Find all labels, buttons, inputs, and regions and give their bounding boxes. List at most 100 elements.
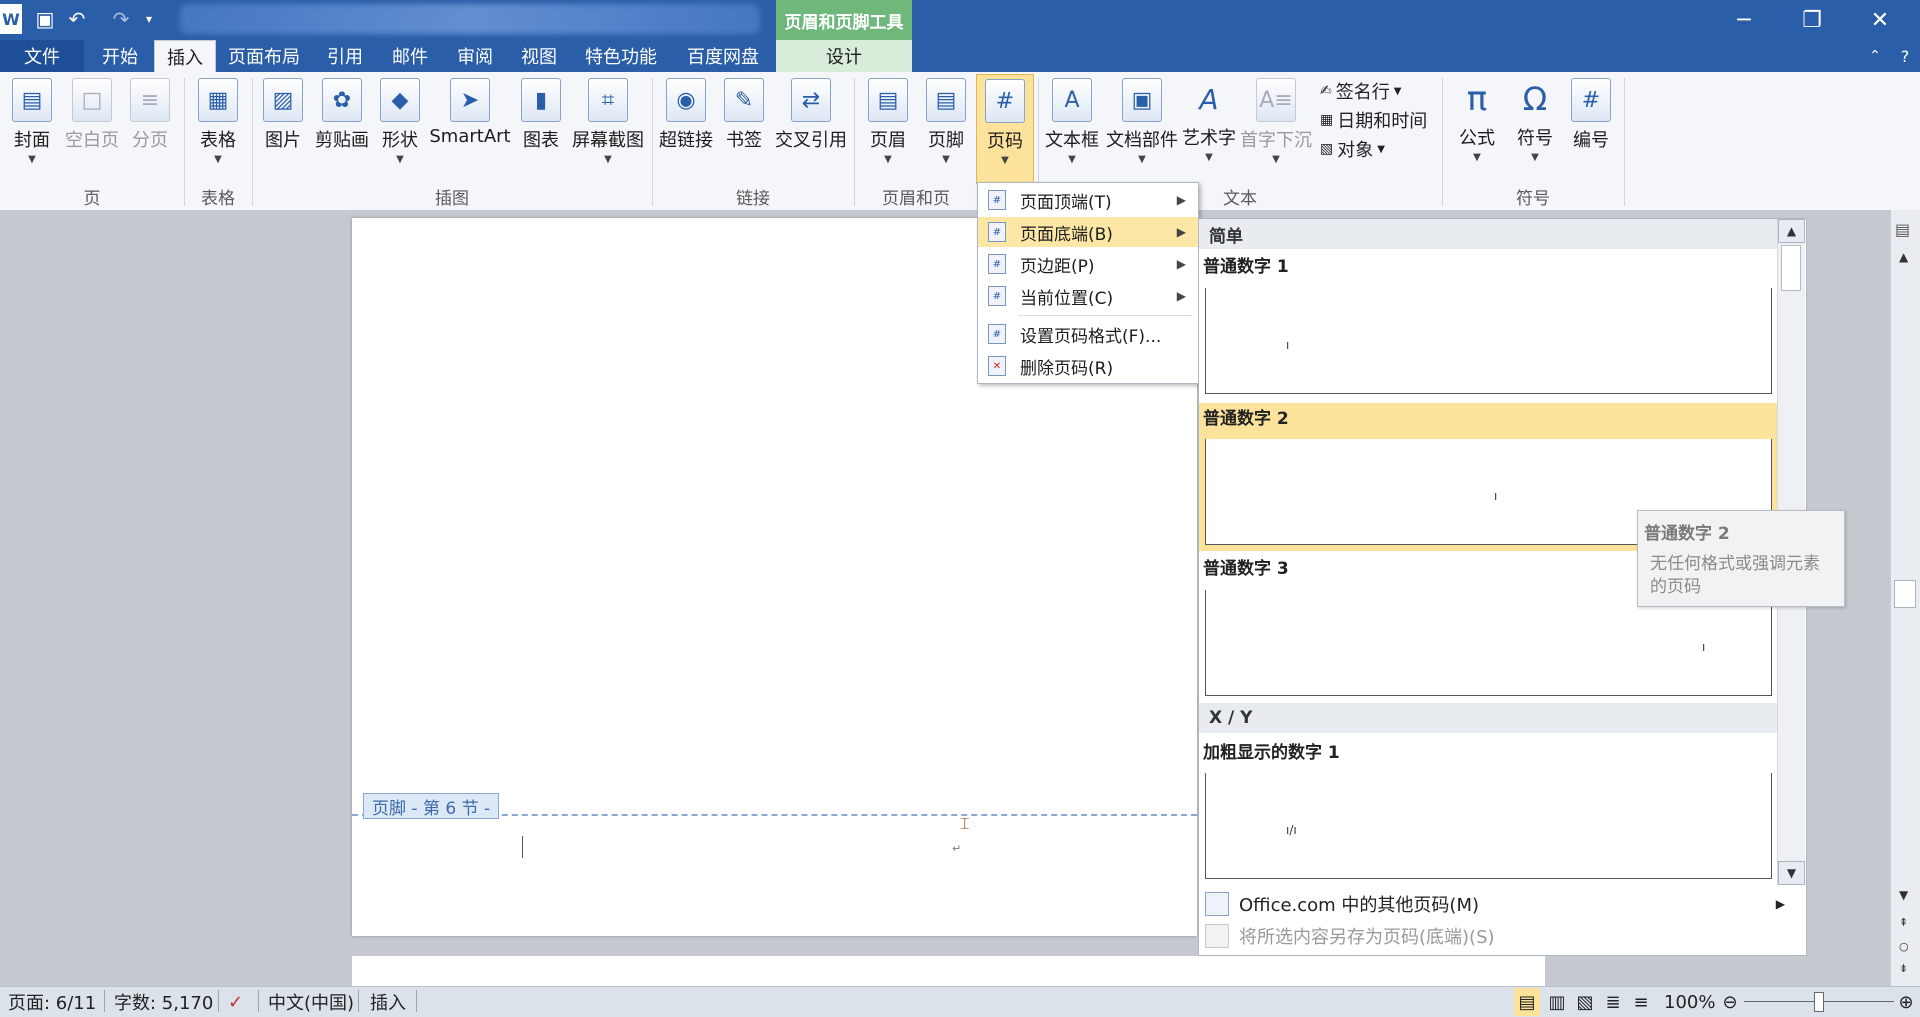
save-selection-to-gallery[interactable]: 将所选内容另存为页码(底端)(S) <box>1199 921 1799 951</box>
status-language[interactable]: 中文(中国) <box>268 988 354 1016</box>
current-position-icon: # <box>988 286 1006 306</box>
prev-page-icon[interactable]: ⇞ <box>1899 916 1908 929</box>
gallery-item-plain1-preview[interactable]: ı <box>1205 288 1772 394</box>
undo-icon[interactable]: ↶ <box>64 4 90 34</box>
gallery-scroll-up-icon[interactable]: ▲ <box>1778 219 1805 243</box>
status-separator <box>358 990 359 1012</box>
scroll-down-icon[interactable]: ▼ <box>1899 888 1908 902</box>
vertical-scrollbar[interactable]: ▤ ▲ ▼ ⇞ ○ ⇟ <box>1890 210 1920 986</box>
blurred-document-title <box>180 4 760 34</box>
header-button[interactable]: ▤ 页眉 ▼ <box>860 78 916 165</box>
customize-icon[interactable]: ▾ <box>142 4 156 34</box>
shapes-button[interactable]: ◆ 形状 ▼ <box>376 78 424 165</box>
smartart-button[interactable]: ➤ SmartArt <box>428 78 512 147</box>
menu-item-current-position[interactable]: # 当前位置(C) ▶ <box>978 281 1198 311</box>
symbol-button[interactable]: Ω 符号 ▼ <box>1510 78 1560 163</box>
word-app-icon[interactable]: W <box>0 4 22 34</box>
drop-cap-button[interactable]: A≡ 首字下沉 ▼ <box>1238 78 1314 165</box>
restore-button[interactable]: ❐ <box>1784 2 1840 38</box>
screenshot-button[interactable]: ⌗ 屏幕截图 ▼ <box>570 78 646 165</box>
gallery-scroll-down-icon[interactable]: ▼ <box>1778 861 1805 885</box>
tab-references[interactable]: 引用 <box>316 40 374 72</box>
zoom-out-icon[interactable]: ⊖ <box>1720 988 1740 1016</box>
drop-cap-icon: A≡ <box>1256 78 1296 122</box>
header-icon: ▤ <box>868 78 908 122</box>
tab-view[interactable]: 视图 <box>510 40 568 72</box>
status-page[interactable]: 页面: 6/11 <box>8 988 96 1016</box>
print-layout-icon[interactable]: ▤ <box>1514 988 1540 1016</box>
menu-item-page-top[interactable]: # 页面顶端(T) ▶ <box>978 185 1198 215</box>
help-icon[interactable]: ? <box>1892 40 1918 72</box>
menu-item-format-page-numbers[interactable]: # 设置页码格式(F)... <box>978 319 1198 349</box>
signature-line-button[interactable]: ✍ 签名行 ▼ <box>1320 78 1401 104</box>
table-button[interactable]: ▦ 表格 ▼ <box>190 78 246 165</box>
menu-item-page-bottom[interactable]: # 页面底端(B) ▶ <box>978 217 1198 247</box>
tab-special[interactable]: 特色功能 <box>578 40 664 72</box>
minimize-button[interactable]: ─ <box>1716 2 1772 38</box>
redo-icon[interactable]: ↷ <box>108 4 134 34</box>
hyperlink-button[interactable]: ◉ 超链接 <box>656 78 716 152</box>
date-time-button[interactable]: ▦ 日期和时间 <box>1320 107 1427 133</box>
status-insert-mode[interactable]: 插入 <box>370 988 406 1016</box>
menu-item-remove-page-numbers[interactable]: ✕ 删除页码(R) <box>978 351 1198 381</box>
tab-file[interactable]: 文件 <box>0 40 84 72</box>
gallery-scroll-thumb[interactable] <box>1781 245 1801 291</box>
cross-reference-icon: ⇄ <box>791 78 831 122</box>
close-button[interactable]: ✕ <box>1852 2 1908 38</box>
office-more-page-numbers[interactable]: Office.com 中的其他页码(M) ▶ <box>1199 889 1799 919</box>
zoom-in-icon[interactable]: ⊕ <box>1896 988 1916 1016</box>
page-number-button[interactable]: # 页码 ▼ <box>976 74 1034 184</box>
ruler-toggle-icon[interactable]: ▤ <box>1895 220 1910 239</box>
gallery-item-plain2-title[interactable]: 普通数字 2 <box>1203 402 1289 430</box>
tab-insert[interactable]: 插入 <box>154 40 216 73</box>
web-layout-icon[interactable]: ▧ <box>1572 988 1598 1016</box>
tab-baidu[interactable]: 百度网盘 <box>680 40 766 72</box>
quick-parts-button[interactable]: ▣ 文档部件 ▼ <box>1104 78 1180 165</box>
menu-item-page-margin[interactable]: # 页边距(P) ▶ <box>978 249 1198 279</box>
paragraph-mark-icon: ↵ <box>952 842 962 855</box>
gallery-item-plain1-title[interactable]: 普通数字 1 <box>1203 250 1289 278</box>
group-label-tables: 表格 <box>201 189 235 209</box>
scroll-up-icon[interactable]: ▲ <box>1899 250 1908 264</box>
clipart-button[interactable]: ✿ 剪贴画 <box>312 78 372 152</box>
gallery-item-bold1-title[interactable]: 加粗显示的数字 1 <box>1203 736 1340 764</box>
wordart-button[interactable]: A 艺术字 ▼ <box>1180 78 1238 164</box>
page-break-button[interactable]: ≡ 分页 <box>124 78 176 152</box>
status-word-count[interactable]: 字数: 5,170 <box>114 988 213 1016</box>
picture-button[interactable]: ▨ 图片 <box>258 78 308 152</box>
scroll-thumb[interactable] <box>1894 580 1916 608</box>
blank-page-button[interactable]: □ 空白页 <box>62 78 122 152</box>
zoom-level[interactable]: 100% <box>1664 988 1715 1016</box>
cross-reference-button[interactable]: ⇄ 交叉引用 <box>774 78 848 152</box>
group-label-text: 文本 <box>1223 189 1257 209</box>
bookmark-button[interactable]: ✎ 书签 <box>718 78 770 152</box>
draft-icon[interactable]: ≡ <box>1628 988 1654 1016</box>
minimize-ribbon-icon[interactable]: ⌃ <box>1862 40 1888 72</box>
full-screen-reading-icon[interactable]: ▥ <box>1544 988 1570 1016</box>
calendar-icon: ▦ <box>1320 112 1334 128</box>
zoom-slider-thumb[interactable] <box>1814 992 1824 1012</box>
equation-button[interactable]: π 公式 ▼ <box>1452 78 1502 163</box>
submenu-arrow-icon: ▶ <box>1176 193 1186 207</box>
tab-design[interactable]: 设计 <box>776 40 912 72</box>
tab-page-layout[interactable]: 页面布局 <box>222 40 306 72</box>
tab-home[interactable]: 开始 <box>92 40 148 72</box>
save-icon[interactable]: ▣ <box>32 4 58 34</box>
footer-button[interactable]: ▤ 页脚 ▼ <box>918 78 974 165</box>
numbering-button[interactable]: # 编号 <box>1566 78 1616 152</box>
outline-icon[interactable]: ≣ <box>1600 988 1626 1016</box>
shapes-icon: ◆ <box>380 78 420 122</box>
chart-button[interactable]: ▮ 图表 <box>516 78 566 152</box>
proofing-icon[interactable]: ✓ <box>228 988 243 1016</box>
object-button[interactable]: ▧ 对象 ▼ <box>1320 136 1385 162</box>
tab-mailings[interactable]: 邮件 <box>380 40 440 72</box>
gallery-item-plain3-title[interactable]: 普通数字 3 <box>1203 552 1289 580</box>
cover-button[interactable]: ▤ 封面 ▼ <box>6 78 58 165</box>
next-page-icon[interactable]: ⇟ <box>1899 962 1908 975</box>
group-label-pages: 页 <box>83 189 101 209</box>
textbox-button[interactable]: A 文本框 ▼ <box>1042 78 1102 165</box>
tab-review[interactable]: 审阅 <box>446 40 504 72</box>
gallery-item-bold1-preview[interactable]: ı/ı <box>1205 773 1772 879</box>
browse-object-icon[interactable]: ○ <box>1899 940 1909 953</box>
page-bottom-icon: # <box>988 222 1006 242</box>
